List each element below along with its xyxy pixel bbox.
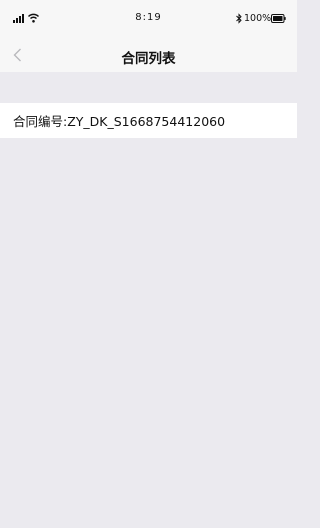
bluetooth-icon xyxy=(236,13,242,24)
status-bar: 8:19 100% xyxy=(0,0,297,38)
contract-number-label: 合同编号:ZY_DK_S1668754412060 xyxy=(13,114,226,129)
contract-list-screen: 8:19 100% 合同列表 合同编号:ZY_DK_S1668754412060 xyxy=(0,0,297,528)
battery-icon xyxy=(271,14,286,23)
battery-percent: 100% xyxy=(244,13,272,24)
contract-list: 合同编号:ZY_DK_S1668754412060 xyxy=(0,103,297,138)
contract-list-item[interactable]: 合同编号:ZY_DK_S1668754412060 xyxy=(0,103,297,138)
navigation-bar: 合同列表 xyxy=(0,38,297,72)
page-title: 合同列表 xyxy=(121,51,176,67)
